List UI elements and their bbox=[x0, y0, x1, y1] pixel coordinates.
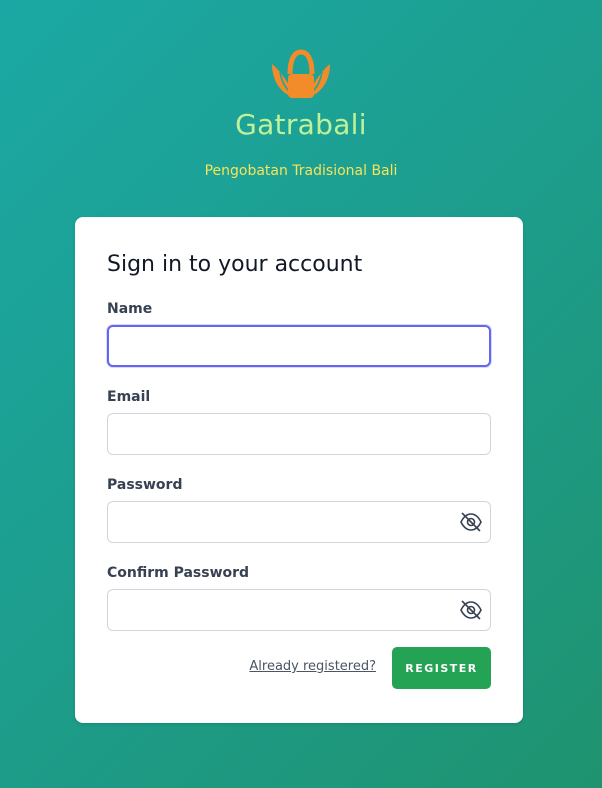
leaf-basket-icon bbox=[272, 49, 330, 98]
password-field: Password bbox=[107, 475, 491, 543]
password-label: Password bbox=[107, 477, 183, 493]
brand-header: Gatrabali Pengobatan Tradisional Bali bbox=[0, 48, 602, 179]
already-registered-link[interactable]: Already registered? bbox=[249, 659, 376, 674]
name-field: Name bbox=[107, 299, 491, 367]
form-title: Sign in to your account bbox=[107, 252, 363, 277]
register-card: Sign in to your account Name Email Passw… bbox=[75, 217, 523, 723]
email-label: Email bbox=[107, 389, 151, 405]
eye-slash-icon[interactable] bbox=[459, 511, 483, 533]
form-actions: Already registered? REGISTER bbox=[107, 647, 491, 689]
confirm-password-input[interactable] bbox=[107, 589, 491, 631]
email-input[interactable] bbox=[107, 413, 491, 455]
register-button[interactable]: REGISTER bbox=[392, 647, 491, 689]
eye-slash-icon[interactable] bbox=[459, 599, 483, 621]
password-input[interactable] bbox=[107, 501, 491, 543]
confirm-password-label: Confirm Password bbox=[107, 565, 250, 581]
confirm-password-field: Confirm Password bbox=[107, 563, 491, 631]
brand-name: Gatrabali bbox=[235, 108, 367, 141]
name-label: Name bbox=[107, 301, 153, 317]
name-input[interactable] bbox=[107, 325, 491, 367]
email-field: Email bbox=[107, 387, 491, 455]
brand-tagline: Pengobatan Tradisional Bali bbox=[204, 163, 398, 179]
